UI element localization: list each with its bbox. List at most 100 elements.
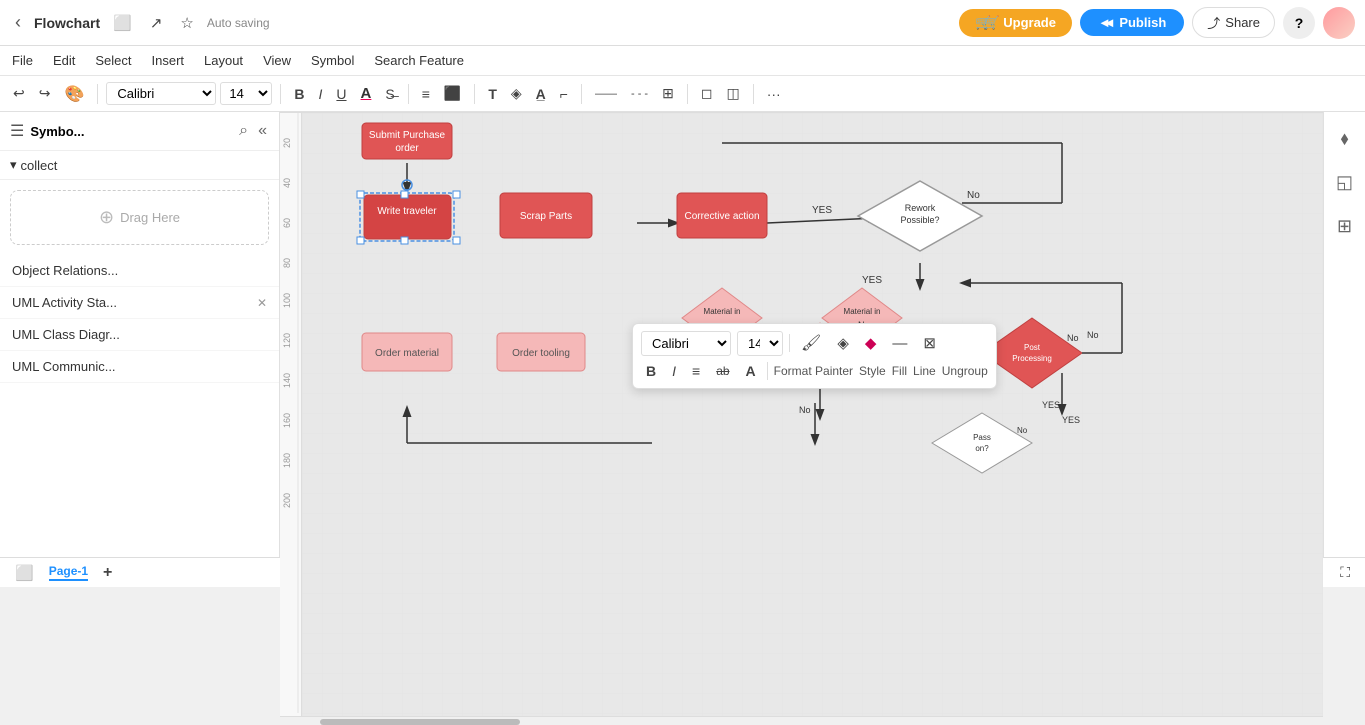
- font-selector[interactable]: Calibri: [106, 82, 216, 105]
- svg-text:160: 160: [282, 413, 292, 428]
- more-button[interactable]: ···: [762, 83, 786, 105]
- ft-fill-button[interactable]: ◆: [860, 331, 882, 355]
- svg-text:No: No: [967, 190, 980, 201]
- export-icon[interactable]: ↗: [145, 11, 168, 35]
- ft-text-color-button[interactable]: A: [741, 360, 761, 382]
- rp-layers-button[interactable]: ◱: [1327, 164, 1363, 200]
- menu-layout[interactable]: Layout: [204, 53, 243, 68]
- collect-section: ▾ collect: [0, 151, 279, 180]
- h-scroll-thumb[interactable]: [320, 719, 520, 725]
- panel-item-object-relations[interactable]: Object Relations...: [0, 255, 279, 287]
- ft-sep-2: [767, 362, 768, 380]
- line-style-2-button[interactable]: - - -: [626, 85, 653, 103]
- ft-style-button[interactable]: ◈: [832, 331, 854, 355]
- ft-ab-button[interactable]: ab: [711, 361, 734, 381]
- collect-chevron-icon: ▾: [10, 157, 17, 173]
- rp-properties-button[interactable]: ⬧: [1327, 120, 1363, 156]
- ft-ungroup-button[interactable]: ⊠: [918, 331, 941, 355]
- svg-text:No: No: [799, 405, 811, 415]
- svg-text:Submit Purchase: Submit Purchase: [369, 130, 446, 141]
- svg-text:Material in: Material in: [844, 307, 881, 316]
- line-color-button[interactable]: A̲: [531, 83, 551, 105]
- panel-item-label: Object Relations...: [12, 263, 118, 278]
- ft-align-button[interactable]: ≡: [687, 360, 705, 382]
- page-1-tab[interactable]: Page-1: [49, 564, 88, 581]
- ft-format-painter-button[interactable]: 🖌: [796, 330, 826, 356]
- ft-bold-button[interactable]: B: [641, 360, 661, 382]
- share-button[interactable]: ⤴ Share: [1192, 7, 1275, 38]
- menu-select[interactable]: Select: [95, 53, 131, 68]
- panel-search-button[interactable]: ⌕: [237, 120, 250, 142]
- svg-text:60: 60: [282, 218, 292, 228]
- italic-button[interactable]: I: [314, 83, 328, 105]
- menu-search[interactable]: Search Feature: [374, 53, 464, 68]
- help-button[interactable]: ?: [1283, 7, 1315, 39]
- menu-insert[interactable]: Insert: [152, 53, 185, 68]
- strikethrough-button[interactable]: S̶: [380, 83, 399, 105]
- underline-button[interactable]: U: [331, 83, 351, 105]
- h-scrollbar[interactable]: [280, 716, 1323, 717]
- monitor-icon[interactable]: ⬜: [108, 11, 137, 35]
- menu-symbol[interactable]: Symbol: [311, 53, 354, 68]
- svg-text:20: 20: [282, 138, 292, 148]
- svg-text:Processing: Processing: [1012, 354, 1052, 363]
- upgrade-button[interactable]: 🛒 🛒 Upgrade: [959, 9, 1072, 37]
- svg-text:80: 80: [282, 258, 292, 268]
- ft-line-button[interactable]: —: [887, 332, 912, 355]
- corner-button[interactable]: ⌐: [555, 83, 573, 105]
- align-left-button[interactable]: ≡: [417, 83, 435, 105]
- publish-button[interactable]: ◄ ◄ Publish: [1080, 9, 1184, 36]
- font-color-button[interactable]: A: [356, 82, 377, 105]
- redo-button[interactable]: ↪: [34, 82, 56, 105]
- panel-item-uml-communic[interactable]: UML Communic...: [0, 351, 279, 383]
- paint-button[interactable]: 🎨: [59, 81, 89, 107]
- ft-row-top: Calibri 14 🖌 ◈ ◆ — ⊠: [641, 330, 988, 356]
- rp-pages-button[interactable]: ⊞: [1327, 208, 1363, 244]
- svg-text:Post: Post: [1024, 343, 1041, 352]
- svg-text:Write traveler: Write traveler: [377, 206, 437, 217]
- ft-format-painter-label[interactable]: Format Painter: [774, 364, 853, 378]
- ft-size-selector[interactable]: 14: [737, 331, 783, 356]
- fill-button[interactable]: ◈: [506, 82, 527, 105]
- menu-edit[interactable]: Edit: [53, 53, 75, 68]
- avatar[interactable]: [1323, 7, 1355, 39]
- ft-ungroup-label[interactable]: Ungroup: [942, 364, 988, 378]
- bold-button[interactable]: B: [289, 83, 309, 105]
- undo-button[interactable]: ↩: [8, 82, 30, 105]
- drag-here-zone[interactable]: ⊕ Drag Here: [10, 190, 269, 245]
- menu-file[interactable]: File: [12, 53, 33, 68]
- menu-view[interactable]: View: [263, 53, 291, 68]
- panel-item-label: UML Communic...: [12, 359, 116, 374]
- line-style-1-button[interactable]: ——: [590, 85, 622, 103]
- ft-fill-label[interactable]: Fill: [892, 364, 907, 378]
- separator-6: [687, 84, 688, 104]
- panel-title: Symbo...: [30, 124, 231, 139]
- svg-text:YES: YES: [1042, 400, 1060, 410]
- close-uml-activity-icon[interactable]: ✕: [257, 296, 267, 310]
- ft-italic-button[interactable]: I: [667, 360, 681, 382]
- shadow-2-button[interactable]: ◫: [721, 82, 744, 105]
- right-panel: ⬧ ◱ ⊞: [1323, 112, 1365, 557]
- shadow-1-button[interactable]: ◻: [696, 82, 718, 105]
- star-icon[interactable]: ☆: [175, 11, 198, 35]
- ft-style-label[interactable]: Style: [859, 364, 886, 378]
- font-size-selector[interactable]: 14: [220, 82, 272, 105]
- collect-toggle[interactable]: ▾ collect: [10, 157, 269, 173]
- panel-item-label: UML Activity Sta...: [12, 295, 117, 310]
- text-button[interactable]: T: [483, 83, 502, 105]
- align-center-button[interactable]: ⬛: [439, 82, 466, 105]
- panel-item-uml-class[interactable]: UML Class Diagr...: [0, 319, 279, 351]
- svg-text:40: 40: [282, 178, 292, 188]
- panel-collapse-button[interactable]: «: [256, 120, 269, 142]
- page-icon-button[interactable]: ⬜: [10, 561, 39, 585]
- back-button[interactable]: ‹: [10, 9, 26, 36]
- fullscreen-button[interactable]: ⛶: [1335, 561, 1355, 584]
- svg-text:order: order: [395, 143, 419, 154]
- add-page-button[interactable]: +: [98, 561, 117, 585]
- border-style-button[interactable]: ⊞: [657, 82, 679, 105]
- publish-label: ◄ Publish: [1103, 15, 1166, 30]
- canvas[interactable]: YES No YES No YES: [302, 113, 1323, 716]
- ft-line-label[interactable]: Line: [913, 364, 936, 378]
- panel-item-uml-activity[interactable]: UML Activity Sta... ✕: [0, 287, 279, 319]
- ft-font-selector[interactable]: Calibri: [641, 331, 731, 356]
